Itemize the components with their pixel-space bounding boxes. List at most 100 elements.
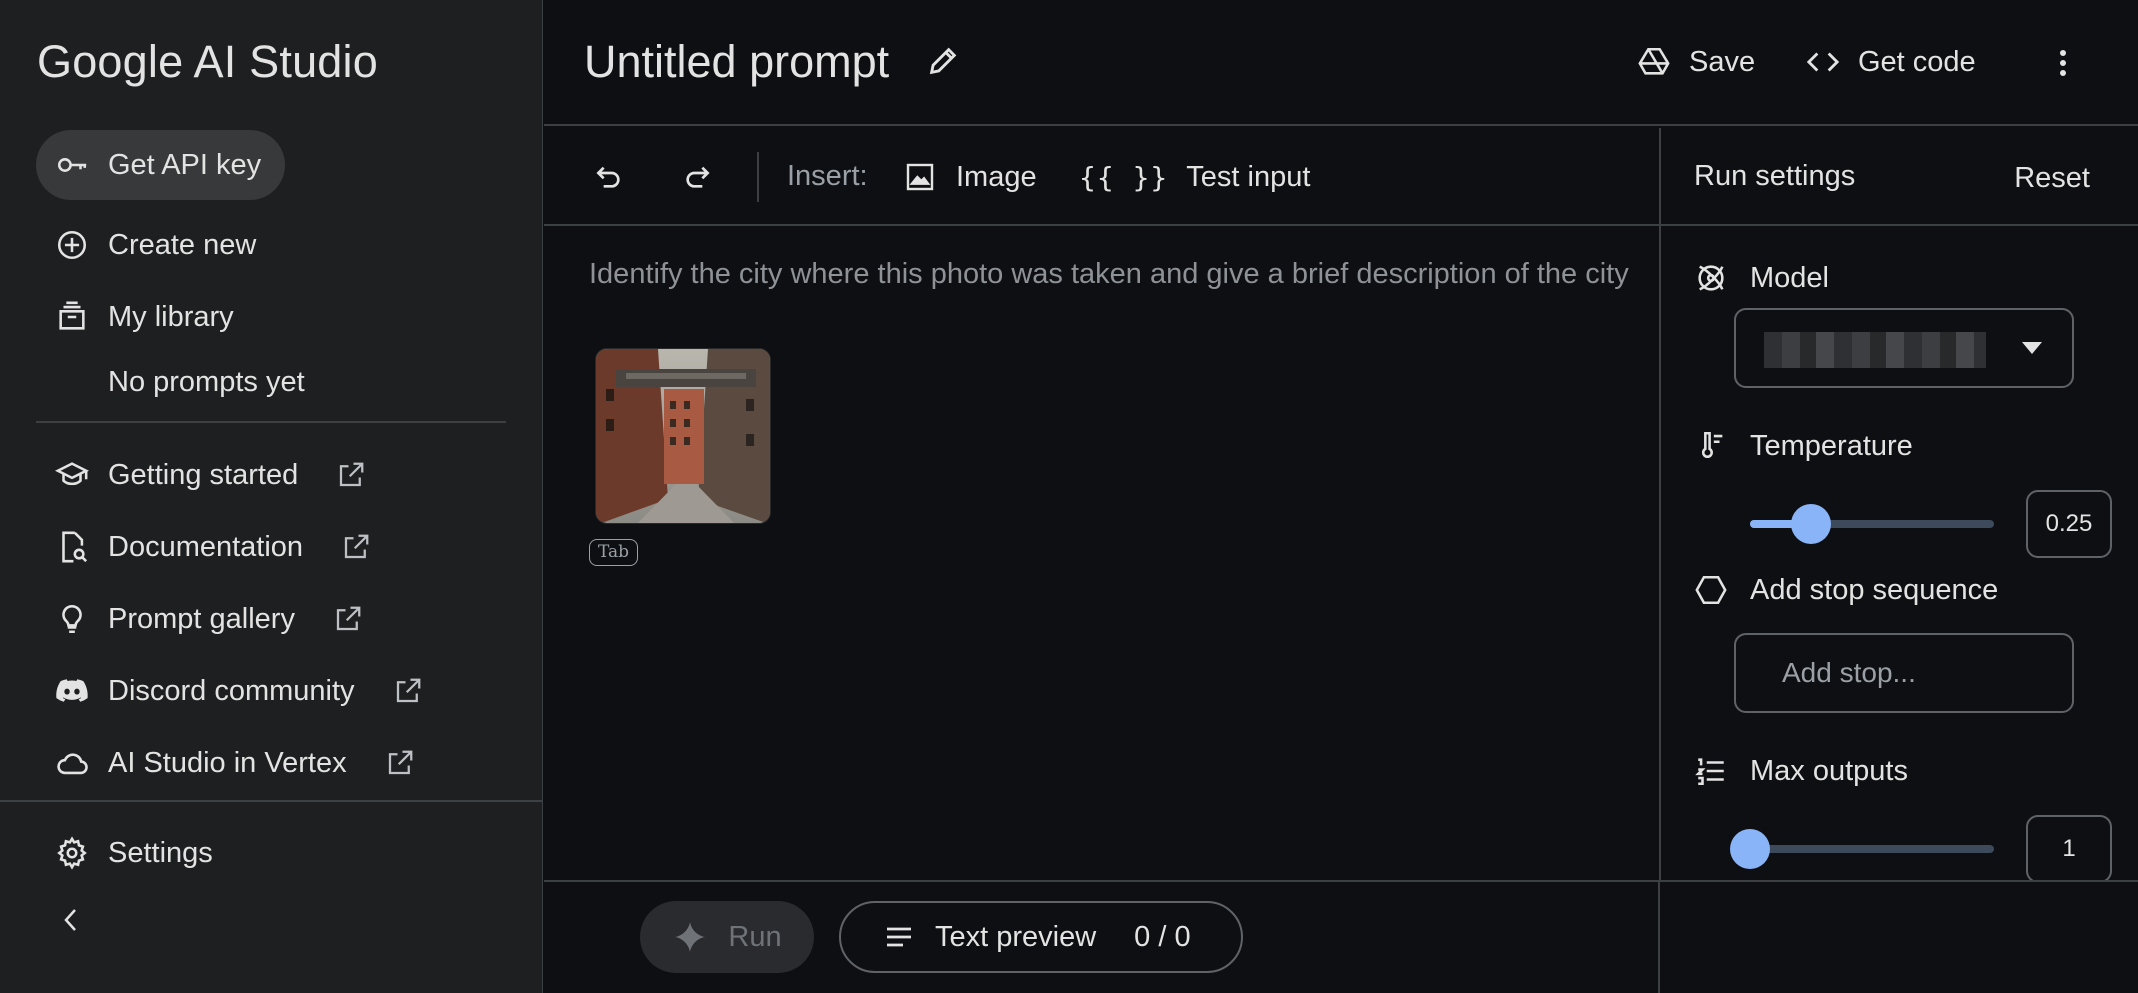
stop-sequence-label-row: Add stop sequence: [1694, 570, 1998, 610]
sidebar-divider: [36, 421, 506, 423]
model-label: Model: [1750, 261, 1829, 294]
max-outputs-slider-thumb[interactable]: [1730, 829, 1770, 869]
text-preview-label: Text preview: [935, 920, 1097, 953]
max-outputs-value-input[interactable]: 1: [2026, 815, 2112, 880]
image-label: Image: [956, 160, 1037, 193]
library-icon: [54, 299, 90, 335]
stop-sequence-label: Add stop sequence: [1750, 573, 1999, 606]
sidebar-item-discord[interactable]: Discord community: [36, 656, 425, 726]
brand-logo: Google AI Studio: [37, 36, 378, 87]
collapse-sidebar-button[interactable]: [56, 900, 86, 940]
prompt-text[interactable]: Identify the city where this photo was t…: [589, 252, 1629, 296]
braces-icon: {{ }}: [1079, 160, 1169, 194]
insert-image-button[interactable]: Image: [904, 156, 1037, 198]
settings-label: Settings: [108, 836, 213, 869]
undo-button[interactable]: [590, 158, 628, 196]
footer-divider: [1658, 882, 1660, 993]
model-name-redacted: [1764, 332, 1986, 368]
temperature-label-row: Temperature: [1694, 426, 1913, 466]
text-preview-button[interactable]: Text preview 0 / 0: [839, 901, 1243, 973]
reset-button[interactable]: Reset: [2014, 162, 2090, 195]
lightbulb-icon: [54, 601, 90, 637]
prompt-gallery-label: Prompt gallery: [108, 602, 295, 635]
attached-image-thumbnail[interactable]: [595, 348, 771, 524]
redo-icon: [686, 166, 710, 188]
sidebar-item-documentation[interactable]: Documentation: [36, 512, 373, 582]
model-icon: [1698, 265, 1724, 291]
hexagon-icon: [1695, 575, 1727, 605]
test-input-label: Test input: [1186, 160, 1311, 193]
image-icon: [906, 163, 934, 191]
undo-icon: [596, 166, 620, 188]
sidebar-item-getting-started[interactable]: Getting started: [36, 440, 368, 510]
run-button[interactable]: Run: [640, 901, 814, 973]
drive-icon: [1638, 47, 1670, 75]
get-api-key-button[interactable]: Get API key: [36, 130, 286, 200]
more-vert-icon: [2060, 50, 2066, 76]
thermometer-icon: [1701, 431, 1723, 458]
code-icon: [1806, 52, 1840, 72]
external-link-icon: [393, 675, 425, 707]
bottom-bar: Run Text preview 0 / 0: [544, 880, 2138, 993]
external-link-icon: [341, 531, 373, 563]
sparkle-icon: [675, 922, 706, 952]
more-options-button[interactable]: [2058, 48, 2068, 78]
run-settings-panel: Run settings Reset Model Temperature 0.2…: [1659, 128, 2138, 880]
sidebar-item-prompt-gallery[interactable]: Prompt gallery: [36, 584, 365, 654]
edit-title-button[interactable]: [926, 44, 962, 80]
library-empty-text: No prompts yet: [108, 366, 305, 398]
tab-hint-chip: Tab: [589, 539, 639, 566]
stop-sequence-input[interactable]: Add stop...: [1734, 633, 2074, 713]
sidebar-item-vertex[interactable]: AI Studio in Vertex: [36, 728, 417, 798]
getting-started-label: Getting started: [108, 458, 299, 491]
temperature-label: Temperature: [1750, 429, 1913, 462]
run-label: Run: [728, 920, 782, 953]
discord-icon: [54, 673, 90, 709]
external-link-icon: [333, 603, 365, 635]
temperature-slider-thumb[interactable]: [1791, 504, 1831, 544]
get-code-label: Get code: [1858, 45, 1976, 78]
model-label-row: Model: [1694, 258, 1829, 298]
gear-icon: [54, 835, 90, 871]
max-outputs-slider[interactable]: [1750, 845, 1994, 853]
test-input-button[interactable]: {{ }} Test input: [1079, 156, 1310, 198]
max-outputs-label-row: Max outputs: [1694, 751, 1908, 791]
save-button[interactable]: Save: [1637, 40, 1755, 84]
discord-label: Discord community: [108, 674, 355, 707]
toolbar-divider: [757, 152, 759, 202]
add-circle-icon: [54, 227, 90, 263]
pencil-icon: [929, 47, 957, 75]
max-outputs-label: Max outputs: [1750, 754, 1908, 787]
dropdown-arrow-icon: [2022, 342, 2042, 354]
model-select[interactable]: [1734, 308, 2074, 388]
page-title: Untitled prompt: [584, 36, 890, 87]
run-settings-title: Run settings: [1694, 160, 1856, 192]
school-icon: [54, 457, 90, 493]
documentation-label: Documentation: [108, 530, 304, 563]
numbered-list-icon: [1695, 758, 1724, 786]
external-link-icon: [336, 459, 368, 491]
sidebar-bottom-divider: [0, 800, 543, 802]
doc-search-icon: [54, 529, 90, 565]
top-header: Untitled prompt Save Get code: [544, 0, 2138, 126]
redo-button[interactable]: [678, 158, 716, 196]
run-settings-header: Run settings Reset: [1661, 128, 2138, 226]
my-library-button[interactable]: My library: [36, 282, 234, 352]
lines-icon: [887, 927, 911, 947]
my-library-label: My library: [108, 300, 234, 333]
temperature-slider[interactable]: [1750, 520, 1994, 528]
insert-label: Insert:: [787, 160, 868, 192]
get-api-key-label: Get API key: [108, 148, 262, 181]
settings-button[interactable]: Settings: [36, 818, 213, 888]
cloud-icon: [54, 745, 90, 781]
chevron-left-icon: [64, 909, 76, 931]
editor-toolbar: Insert: Image {{ }} Test input: [544, 128, 1659, 226]
get-code-button[interactable]: Get code: [1806, 40, 1976, 84]
token-count: 0 / 0: [1134, 920, 1191, 953]
create-new-label: Create new: [108, 228, 257, 261]
prompt-editor[interactable]: Identify the city where this photo was t…: [544, 228, 1659, 880]
create-new-button[interactable]: Create new: [36, 210, 256, 280]
save-label: Save: [1689, 45, 1756, 78]
external-link-icon: [385, 747, 417, 779]
temperature-value-input[interactable]: 0.25: [2026, 490, 2112, 558]
